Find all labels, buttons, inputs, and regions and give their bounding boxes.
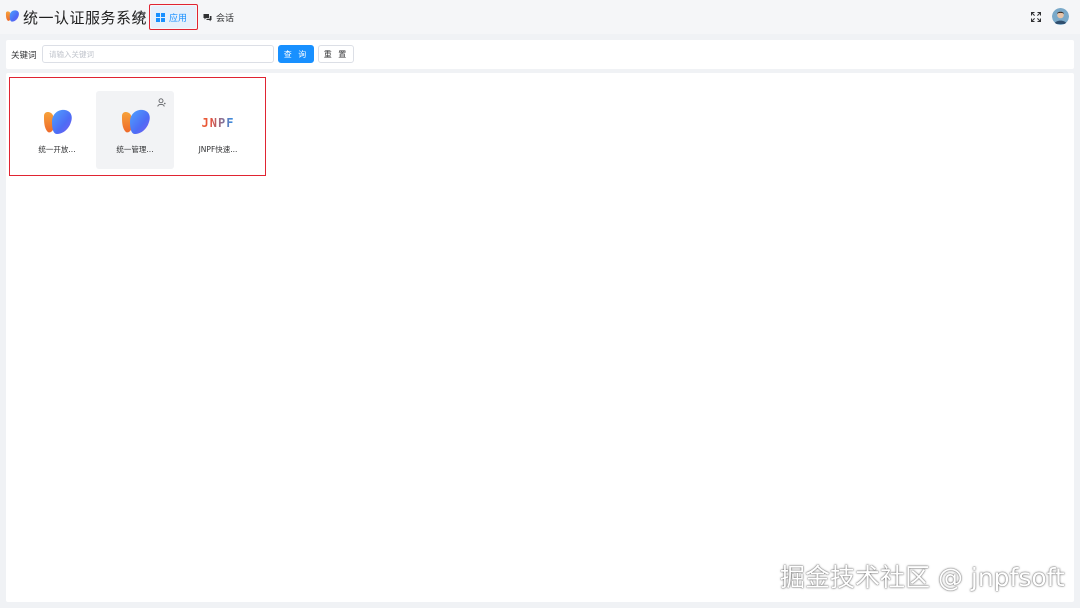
tab-sessions-label: 会话 bbox=[216, 13, 235, 24]
tab-sessions[interactable]: 会话 bbox=[203, 4, 239, 30]
reset-button[interactable]: 重 置 bbox=[318, 45, 354, 63]
user-avatar[interactable] bbox=[1052, 8, 1069, 25]
app-card[interactable]: 统一开放... bbox=[18, 91, 96, 169]
tab-apps-label: 应用 bbox=[169, 13, 188, 24]
chat-icon bbox=[203, 13, 212, 21]
fullscreen-icon[interactable] bbox=[1031, 12, 1041, 22]
jnpf-logo: JNPF bbox=[179, 116, 257, 130]
keyword-input[interactable] bbox=[42, 45, 274, 63]
app-list-panel: 统一开放... 统一管理... JNPF JNPF快速... bbox=[6, 73, 1074, 602]
app-card-name: JNPF快速... bbox=[198, 145, 238, 154]
app-card[interactable]: 统一管理... bbox=[96, 91, 174, 169]
tab-apps[interactable]: 应用 bbox=[149, 4, 198, 30]
user-icon[interactable] bbox=[157, 98, 166, 107]
query-button[interactable]: 查 询 bbox=[278, 45, 314, 63]
brand-logo-icon bbox=[5, 9, 20, 23]
app-title: 统一认证服务系统 bbox=[23, 9, 148, 27]
search-panel: 关键词 查 询 重 置 bbox=[6, 40, 1074, 69]
top-navbar: 统一认证服务系统 应用 会话 bbox=[0, 0, 1080, 34]
brand-logo-icon bbox=[42, 108, 74, 136]
app-card-name: 统一开放... bbox=[38, 145, 76, 154]
keyword-label: 关键词 bbox=[11, 51, 37, 61]
brand-logo-icon bbox=[120, 108, 152, 136]
refresh-icon[interactable] bbox=[134, 10, 146, 22]
app-card-name: 统一管理... bbox=[116, 145, 154, 154]
app-card[interactable]: JNPF JNPF快速... bbox=[179, 91, 257, 169]
grid-icon bbox=[156, 12, 165, 22]
highlight-frame: 统一开放... 统一管理... JNPF JNPF快速... bbox=[9, 77, 266, 176]
watermark: 掘金技术社区 @ jnpfsoft bbox=[780, 563, 1065, 592]
